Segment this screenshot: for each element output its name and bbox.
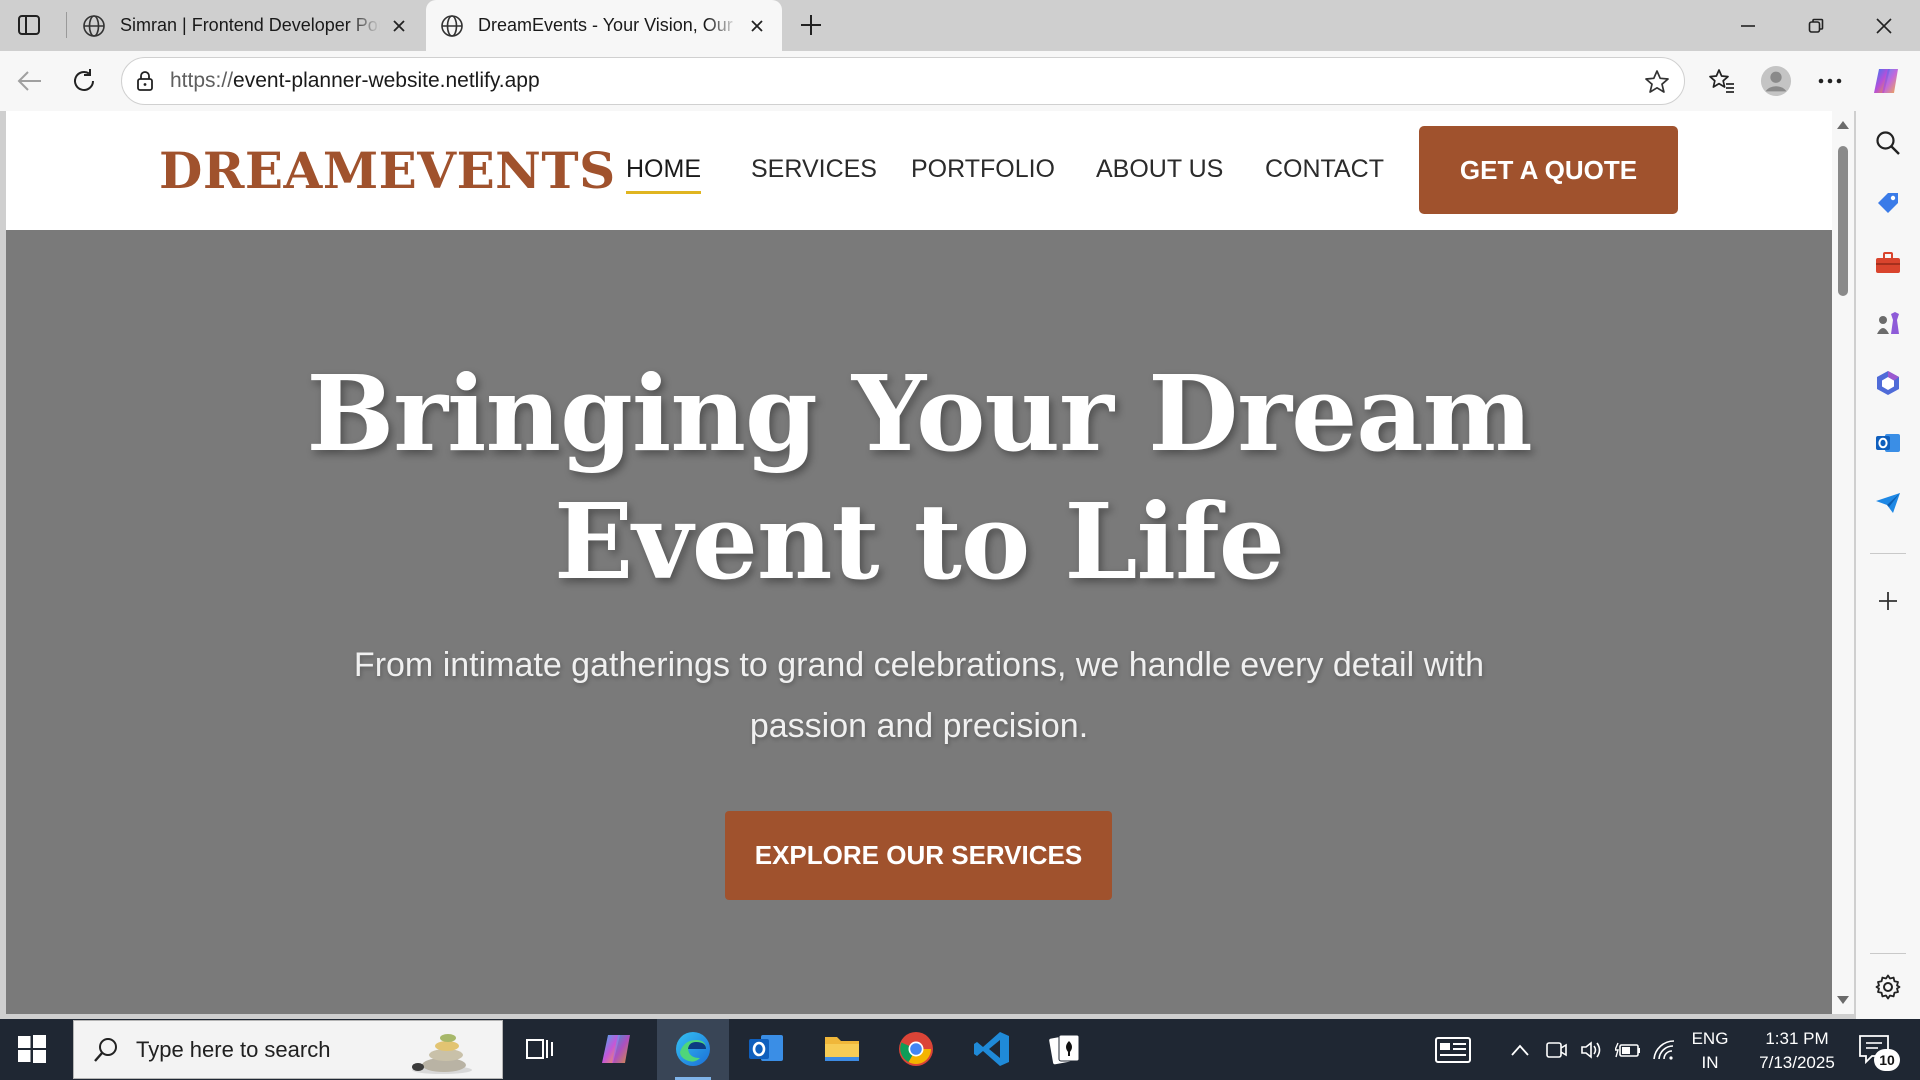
wifi-icon[interactable] [1650,1019,1678,1080]
minimize-button[interactable] [1714,0,1782,51]
chrome-browser-icon[interactable] [896,1029,936,1069]
nav-contact[interactable]: CONTACT [1265,155,1384,184]
news-widget-icon[interactable] [1430,1019,1476,1080]
send-telegram-icon[interactable] [1874,489,1902,517]
get-a-quote-button[interactable]: GET A QUOTE [1419,126,1678,214]
hero-title: Bringing Your Dream Event to Life [306,352,1532,603]
shopping-tag-icon[interactable] [1874,189,1902,217]
search-placeholder: Type here to search [136,1036,331,1062]
page-viewport: DREAMEVENTS HOME SERVICES PORTFOLIO ABOU… [6,111,1832,1014]
settings-gear-icon[interactable] [1874,973,1902,1001]
input-language-indicator[interactable]: ENG IN [1686,1027,1734,1075]
refresh-button[interactable] [68,65,100,97]
explore-services-button[interactable]: EXPLORE OUR SERVICES [725,811,1112,900]
microsoft-365-icon[interactable] [1874,369,1902,397]
profile-avatar-icon[interactable] [1760,65,1792,97]
notification-count-badge: 10 [1874,1049,1900,1071]
scroll-thumb[interactable] [1838,146,1848,296]
globe-icon [83,14,105,37]
more-options-icon[interactable] [1814,65,1846,97]
taskbar-clock[interactable]: 1:31 PM 7/13/2025 [1740,1027,1854,1075]
tab-portfolio[interactable]: Simran | Frontend Developer Portfolio [68,0,424,51]
hero-section: Bringing Your Dream Event to Life From i… [6,230,1832,1014]
copilot-icon[interactable] [1870,65,1902,97]
windows-taskbar: Type here to search ENG IN 1:31 PM 7/13/… [0,1019,1920,1080]
file-explorer-icon[interactable] [822,1029,862,1069]
restore-button[interactable] [1782,0,1850,51]
vscode-icon[interactable] [972,1029,1012,1069]
edge-browser-icon[interactable] [673,1029,713,1069]
url-text[interactable]: https://event-planner-website.netlify.ap… [170,69,540,93]
globe-icon [441,14,463,37]
nav-services[interactable]: SERVICES [751,155,877,184]
tab-dreamevents[interactable]: DreamEvents - Your Vision, Our Expertise [426,0,782,51]
address-bar[interactable]: https://event-planner-website.netlify.ap… [121,57,1685,105]
tab-title: Simran | Frontend Developer Portfolio [120,15,380,35]
browser-toolbar: https://event-planner-website.netlify.ap… [0,51,1920,111]
scroll-down-arrow-icon[interactable] [1837,996,1849,1004]
battery-charging-icon[interactable] [1614,1019,1642,1080]
favorite-star-icon[interactable] [1644,69,1670,95]
meet-camera-icon[interactable] [1542,1019,1570,1080]
add-sidebar-app-icon[interactable] [1874,587,1902,615]
nav-portfolio[interactable]: PORTFOLIO [911,155,1055,184]
page-scrollbar[interactable] [1832,111,1854,1014]
copilot-app-icon[interactable] [596,1029,636,1069]
close-tab-icon[interactable] [388,15,410,37]
task-view-icon[interactable] [520,1029,560,1069]
solitaire-cards-icon[interactable] [1046,1029,1086,1069]
lock-icon[interactable] [134,70,156,92]
search-icon[interactable] [1874,129,1902,157]
browser-tab-bar: Simran | Frontend Developer Portfolio Dr… [0,0,1920,51]
new-tab-button[interactable] [796,10,826,40]
taskbar-search-box[interactable]: Type here to search [73,1020,503,1079]
tab-separator [66,12,67,38]
games-chess-icon[interactable] [1874,309,1902,337]
nav-about-us[interactable]: ABOUT US [1096,155,1223,184]
close-tab-icon[interactable] [746,15,768,37]
nav-home[interactable]: HOME [626,155,701,194]
tab-actions-icon[interactable] [14,11,44,39]
outlook-app-icon[interactable] [746,1029,786,1069]
scroll-up-arrow-icon[interactable] [1837,121,1849,129]
search-icon [94,1037,117,1062]
hero-subtitle: From intimate gatherings to grand celebr… [353,646,1485,745]
back-button[interactable] [14,65,46,97]
close-window-button[interactable] [1850,0,1918,51]
sidebar-divider [1870,553,1906,554]
sidebar-divider [1870,953,1906,954]
browser-sidebar [1856,111,1920,1019]
search-highlight-stones-icon [412,1034,472,1074]
volume-speaker-icon[interactable] [1578,1019,1606,1080]
tools-toolbox-icon[interactable] [1874,249,1902,277]
windows-start-icon[interactable] [16,1033,48,1065]
site-logo[interactable]: DREAMEVENTS [159,141,616,200]
site-header: DREAMEVENTS HOME SERVICES PORTFOLIO ABOU… [6,111,1832,230]
active-nav-underline [626,191,701,194]
favorites-icon[interactable] [1706,65,1738,97]
tab-title: DreamEvents - Your Vision, Our Expertise [478,15,738,35]
outlook-icon[interactable] [1874,429,1902,457]
show-hidden-icons-chevron-icon[interactable] [1506,1019,1534,1080]
